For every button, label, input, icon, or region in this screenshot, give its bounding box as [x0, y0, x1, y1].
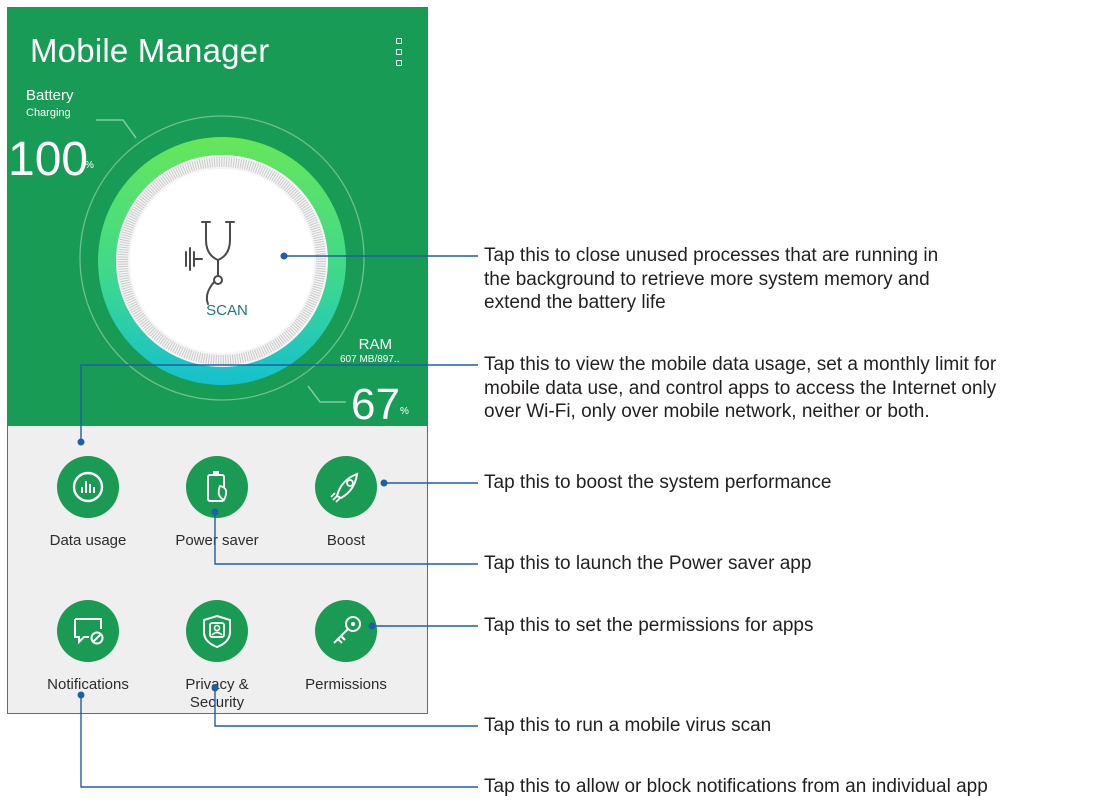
callout-scan-line-3: extend the battery life — [484, 292, 666, 313]
callout-scan-line-1: Tap this to close unused processes that … — [484, 245, 939, 266]
callout-data-usage-line-3: over Wi-Fi, only over mobile network, ne… — [484, 401, 930, 422]
callout-data-usage-line-2: mobile data use, and control apps to acc… — [484, 377, 997, 399]
callout-scan: Tap this to close unused processes that … — [484, 244, 938, 315]
callout-notifications: Tap this to allow or block notifications… — [484, 776, 988, 797]
callout-power-saver: Tap this to launch the Power saver app — [484, 553, 812, 574]
callout-boost: Tap this to boost the system performance — [484, 472, 832, 493]
callout-scan-line-2: the background to retrieve more system m… — [484, 268, 930, 290]
callout-data-usage-line-1: Tap this to view the mobile data usage, … — [484, 354, 997, 375]
callout-privacy: Tap this to run a mobile virus scan — [484, 715, 772, 736]
callout-permissions: Tap this to set the permissions for apps — [484, 615, 814, 636]
callout-data-usage: Tap this to view the mobile data usage, … — [484, 353, 996, 424]
